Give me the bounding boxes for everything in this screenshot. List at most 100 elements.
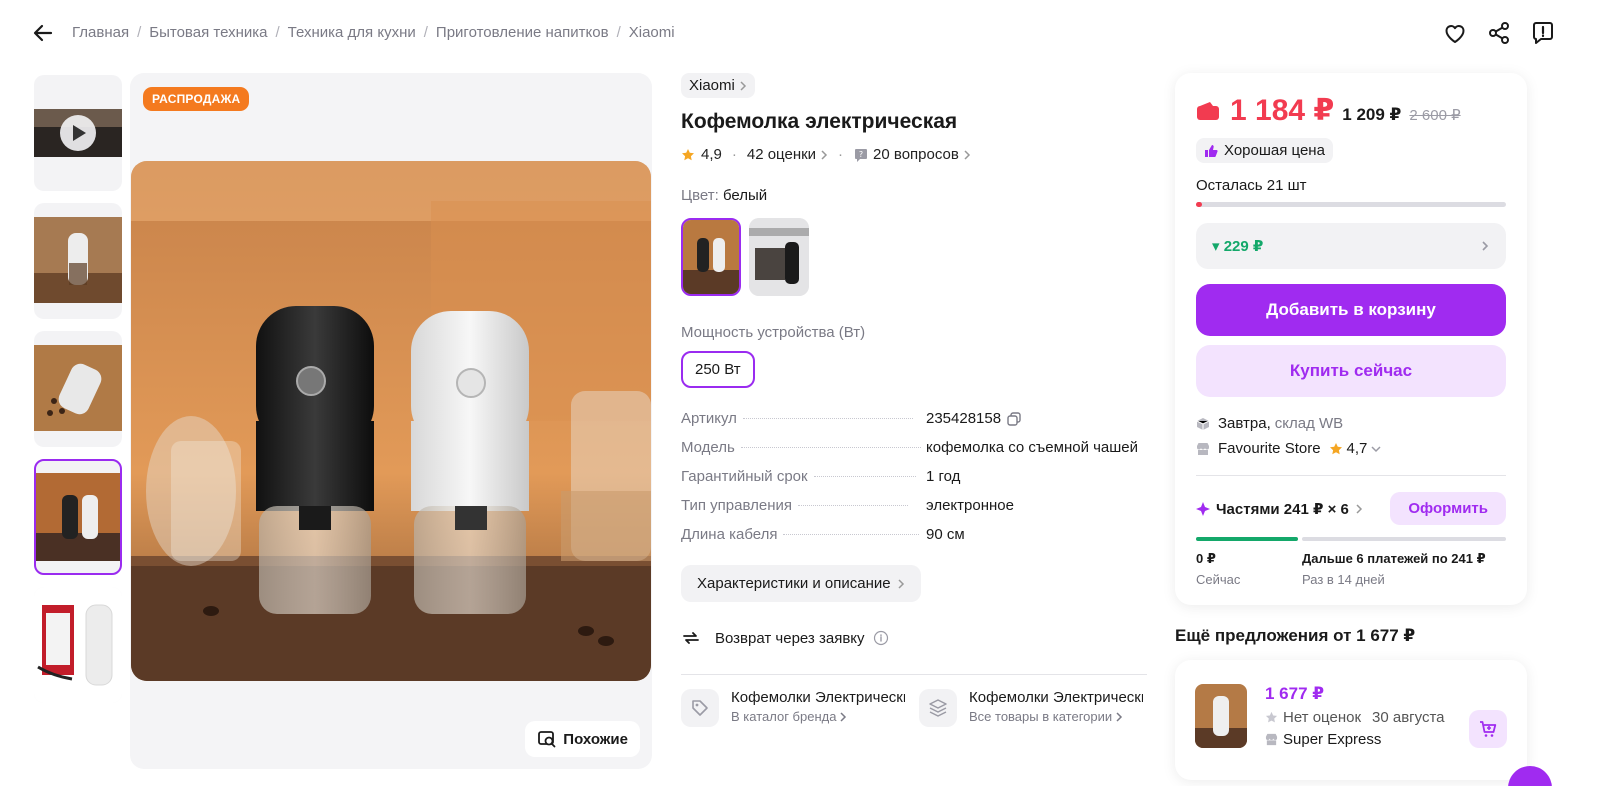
power-label: Мощность устройства (Вт) <box>681 324 866 341</box>
chevron-down-icon <box>1371 445 1381 452</box>
questions-count: 20 вопросов <box>873 146 959 163</box>
return-text: Возврат через заявку <box>715 629 865 647</box>
installments-progress-paid <box>1196 537 1298 541</box>
breadcrumb-item[interactable]: Главная <box>72 24 129 41</box>
breadcrumb-item[interactable]: Приготовление напитков <box>436 24 609 41</box>
spec-row: Тип управления электронное <box>681 497 1147 526</box>
reviews-count: 42 оценки <box>746 146 817 163</box>
spec-value: 1 год <box>926 468 961 485</box>
return-arrows-icon <box>683 632 699 644</box>
price-row: 1 184 ₽ 1 209 ₽ 2 600 ₽ <box>1196 93 1506 128</box>
installments-now: 0 ₽ Сейчас <box>1196 551 1302 587</box>
installments-now-label: Сейчас <box>1196 572 1241 587</box>
color-option-white[interactable] <box>681 218 741 296</box>
thumbnail-image[interactable] <box>34 203 122 319</box>
wallet-icon <box>1197 101 1219 120</box>
offer-price: 1 677 ₽ <box>1265 684 1325 703</box>
questions-link[interactable]: ? 20 вопросов <box>853 146 971 163</box>
thumbnail-image-selected[interactable] <box>34 459 122 575</box>
question-icon: ? <box>855 148 868 162</box>
main-product-image[interactable] <box>131 161 651 681</box>
offer-date: 30 августа <box>1372 709 1445 726</box>
share-icon[interactable] <box>1486 20 1512 46</box>
breadcrumb-separator: / <box>275 24 280 41</box>
specs-and-description-button[interactable]: Характеристики и описание <box>681 565 921 602</box>
buy-now-button[interactable]: Купить сейчас <box>1196 345 1506 397</box>
spec-dotted-leader <box>797 505 908 506</box>
heart-icon[interactable] <box>1442 20 1468 46</box>
reviews-link[interactable]: 42 оценки <box>747 146 828 163</box>
store-link[interactable]: Favourite Store 4,7 <box>1196 440 1506 457</box>
report-icon[interactable] <box>1530 20 1556 46</box>
rating-row: 4,9 · 42 оценки · ? 20 вопросов <box>681 146 1147 163</box>
breadcrumb-separator: / <box>616 24 621 41</box>
store-rating: 4,7 <box>1346 440 1368 457</box>
chevron-right-icon <box>1356 503 1362 514</box>
arrow-left-icon[interactable] <box>30 20 56 46</box>
divider <box>681 674 1147 675</box>
offer-add-to-cart-button[interactable] <box>1469 710 1507 748</box>
offer-card[interactable]: 1 677 ₽ Нет оценок 30 августа Super Expr… <box>1175 660 1527 780</box>
thumbnail-image[interactable] <box>34 587 122 703</box>
thumbnail-image[interactable] <box>34 331 122 447</box>
installments-order-button[interactable]: Оформить <box>1390 492 1506 525</box>
spec-key: Длина кабеля <box>681 526 778 543</box>
installments-link[interactable]: Частями 241 ₽ × 6 <box>1196 500 1363 518</box>
chevron-right-icon <box>1116 711 1123 722</box>
other-offers-title: Ещё предложения от 1 677 ₽ <box>1175 626 1416 645</box>
breadcrumb-separator: / <box>423 24 428 41</box>
power-option[interactable]: 250 Вт <box>681 351 755 388</box>
discount-value: ▾ 229 ₽ <box>1212 238 1264 255</box>
info-icon[interactable] <box>873 630 889 646</box>
spec-row: Модель кофемолка со съемной чашей <box>681 439 1147 468</box>
price-old: 2 600 ₽ <box>1409 107 1461 124</box>
color-option-black[interactable] <box>749 218 809 296</box>
spec-value: электронное <box>926 497 1014 514</box>
breadcrumb-item[interactable]: Бытовая техника <box>149 24 267 41</box>
breadcrumb: Главная / Бытовая техника / Техника для … <box>72 24 675 41</box>
breadcrumb-item[interactable]: Xiaomi <box>629 24 675 41</box>
spec-key: Модель <box>681 439 735 456</box>
brand-catalog-link[interactable]: Кофемолки Электрические В каталог бренда <box>681 689 905 727</box>
category-all-sub-text: Все товары в категории <box>969 709 1113 724</box>
similar-products-label: Похожие <box>563 730 628 748</box>
thumbnail-video[interactable] <box>34 75 122 191</box>
copy-icon[interactable] <box>1007 411 1021 426</box>
chevron-right-icon <box>821 149 828 160</box>
chevron-right-icon <box>964 149 970 160</box>
layers-icon <box>919 689 957 727</box>
spec-key: Тип управления <box>681 497 792 514</box>
delivery-day: Завтра, <box>1218 415 1271 432</box>
return-policy: Возврат через заявку <box>681 628 1147 648</box>
star-icon <box>1265 711 1278 723</box>
thumbnail-strip <box>34 75 124 715</box>
store-icon <box>1197 442 1209 455</box>
store-icon <box>1265 733 1278 746</box>
installments-next-amount: Дальше 6 платежей по 241 ₽ <box>1302 551 1486 566</box>
similar-search-icon <box>538 731 556 748</box>
spec-row: Гарантийный срок 1 год <box>681 468 1147 497</box>
offer-seller: Super Express <box>1283 731 1382 748</box>
tag-icon <box>681 689 719 727</box>
price-card: 1 184 ₽ 1 209 ₽ 2 600 ₽ Хорошая цена Ост… <box>1175 73 1527 605</box>
similar-products-button[interactable]: Похожие <box>525 721 640 757</box>
chevron-right-icon <box>1482 241 1489 251</box>
spec-value: 90 см <box>926 526 965 543</box>
brand-chip[interactable]: Xiaomi <box>681 73 755 98</box>
spec-key: Гарантийный срок <box>681 468 808 485</box>
breadcrumb-item[interactable]: Техника для кухни <box>288 24 416 41</box>
top-actions <box>1442 20 1556 46</box>
chevron-right-icon <box>740 80 746 91</box>
color-options <box>681 218 1147 296</box>
separator-dot: · <box>731 146 737 163</box>
good-price-label: Хорошая цена <box>1224 142 1325 159</box>
breadcrumb-separator: / <box>137 24 142 41</box>
spec-dotted-leader <box>813 476 916 477</box>
category-all-link[interactable]: Кофемолки Электрические Все товары в кат… <box>919 689 1143 727</box>
store-name: Favourite Store <box>1218 440 1321 457</box>
brand-catalog-title: Кофемолки Электрические <box>731 689 905 706</box>
spec-dotted-leader <box>740 447 921 448</box>
discount-row[interactable]: ▾ 229 ₽ <box>1196 223 1506 269</box>
specs-button-label: Характеристики и описание <box>697 575 891 592</box>
add-to-cart-button[interactable]: Добавить в корзину <box>1196 284 1506 336</box>
